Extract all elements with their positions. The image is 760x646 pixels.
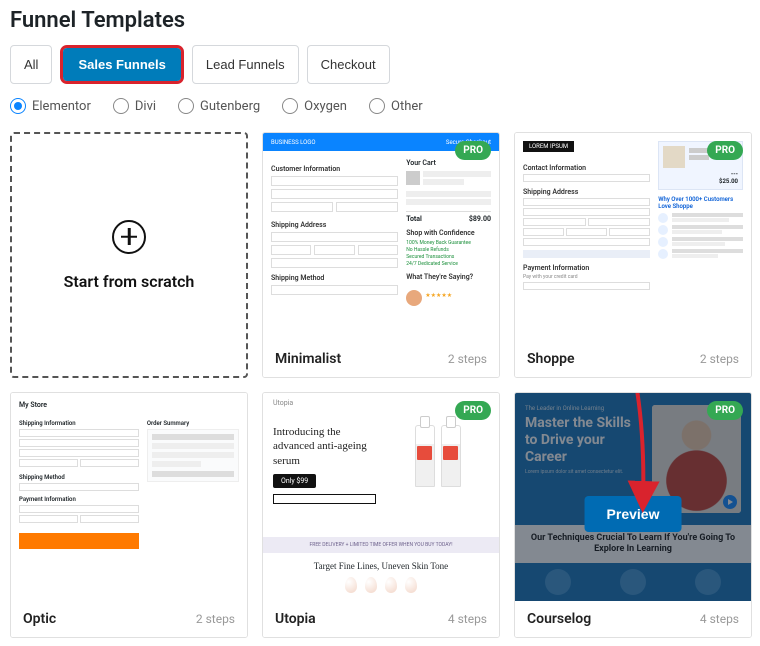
radio-label: Divi [135, 99, 156, 114]
thumb-section: Order Summary [147, 420, 239, 427]
template-name: Courselog [527, 611, 591, 627]
thumb-section: Shipping Address [271, 221, 398, 229]
radio-icon [178, 98, 194, 114]
thumb-section: Shipping Information [19, 420, 139, 427]
thumb-logo: BUSINESS LOGO [271, 139, 316, 146]
thumb-banner: FREE DELIVERY + LIMITED TIME OFFER WHEN … [263, 537, 499, 553]
thumb-bullet: 24/7 Dedicated Service [406, 261, 491, 267]
thumb-heading: Why Over 1000+ Customers Love Shoppe [658, 196, 743, 210]
radio-oxygen[interactable]: Oxygen [282, 98, 347, 114]
template-steps: 2 steps [196, 612, 235, 626]
template-steps: 4 steps [448, 612, 487, 626]
preview-button[interactable]: Preview [585, 496, 682, 532]
thumb-section: Shipping Method [19, 474, 139, 481]
builder-radio-group: Elementor Divi Gutenberg Oxygen Other [10, 98, 750, 114]
radio-label: Elementor [32, 99, 91, 114]
tab-lead-funnels[interactable]: Lead Funnels [192, 45, 299, 84]
tab-sales-funnels[interactable]: Sales Funnels [63, 48, 180, 81]
pro-badge: PRO [707, 141, 743, 160]
template-card-utopia[interactable]: PRO Utopia Introducing the advanced anti… [262, 392, 500, 638]
thumb-total-value: $89.00 [469, 215, 491, 223]
template-thumbnail: PRO BUSINESS LOGO Secure Checkout Custom… [263, 133, 499, 341]
funnel-type-tabs: All Sales Funnels Lead Funnels Checkout [10, 45, 750, 84]
tab-all[interactable]: All [10, 45, 52, 84]
template-thumbnail: PRO Utopia Introducing the advanced anti… [263, 393, 499, 601]
scratch-label: Start from scratch [64, 272, 195, 291]
template-name: Minimalist [275, 351, 341, 367]
pro-badge: PRO [707, 401, 743, 420]
thumb-section: Shipping Address [523, 188, 650, 196]
thumb-section: Customer Information [271, 165, 398, 173]
radio-icon [282, 98, 298, 114]
template-name: Optic [23, 611, 56, 627]
radio-elementor[interactable]: Elementor [10, 98, 91, 114]
template-card-minimalist[interactable]: PRO BUSINESS LOGO Secure Checkout Custom… [262, 132, 500, 378]
radio-label: Other [391, 99, 423, 114]
template-thumbnail: PRO The Leader in Online Learning Master… [515, 393, 751, 601]
template-card-optic[interactable]: My Store Shipping Information Shipping M… [10, 392, 248, 638]
template-grid: Start from scratch PRO BUSINESS LOGO Sec… [10, 132, 750, 638]
tab-checkout[interactable]: Checkout [307, 45, 390, 84]
pro-badge: PRO [455, 141, 491, 160]
plus-circle-icon [112, 220, 146, 254]
thumb-section: Contact Information [523, 164, 650, 172]
radio-label: Gutenberg [200, 99, 260, 114]
thumb-bullet: No Hassle Refunds [406, 247, 491, 253]
thumb-headline: Introducing the advanced anti-ageing ser… [273, 425, 376, 468]
thumb-note: Pay with your credit card [523, 274, 650, 280]
template-name: Utopia [275, 611, 316, 627]
thumb-price: Only $99 [273, 474, 316, 488]
thumb-section: Shop with Confidence [406, 229, 491, 237]
thumb-price: $25.00 [663, 178, 738, 185]
template-thumbnail: My Store Shipping Information Shipping M… [11, 393, 247, 601]
thumb-section: What They're Saying? [406, 273, 491, 281]
page-title: Funnel Templates [10, 8, 750, 33]
template-card-courselog[interactable]: PRO The Leader in Online Learning Master… [514, 392, 752, 638]
thumb-bullet: Secured Transactions [406, 254, 491, 260]
template-name: Shoppe [527, 351, 575, 367]
template-thumbnail: PRO LOREM IPSUM Contact Information Ship… [515, 133, 751, 341]
thumb-total-label: Total [406, 215, 422, 223]
template-steps: 2 steps [700, 352, 739, 366]
thumb-section: Payment Information [19, 496, 139, 503]
radio-icon [10, 98, 26, 114]
thumb-section: Shipping Method [271, 274, 398, 282]
radio-gutenberg[interactable]: Gutenberg [178, 98, 260, 114]
radio-other[interactable]: Other [369, 98, 423, 114]
start-from-scratch-card[interactable]: Start from scratch [10, 132, 248, 378]
thumb-brand: My Store [19, 401, 239, 409]
radio-label: Oxygen [304, 99, 347, 114]
pro-badge: PRO [455, 401, 491, 420]
radio-divi[interactable]: Divi [113, 98, 156, 114]
thumb-bullet: 100% Money Back Guarantee [406, 240, 491, 246]
template-steps: 4 steps [700, 612, 739, 626]
template-steps: 2 steps [448, 352, 487, 366]
radio-icon [369, 98, 385, 114]
template-card-shoppe[interactable]: PRO LOREM IPSUM Contact Information Ship… [514, 132, 752, 378]
thumb-cart-title: Your Cart [406, 159, 491, 167]
thumb-section: Payment Information [523, 264, 650, 272]
thumb-headline: Target Fine Lines, Uneven Skin Tone [271, 561, 491, 571]
thumb-logo: LOREM IPSUM [523, 141, 574, 152]
active-tab-highlight: Sales Funnels [60, 45, 183, 84]
radio-icon [113, 98, 129, 114]
